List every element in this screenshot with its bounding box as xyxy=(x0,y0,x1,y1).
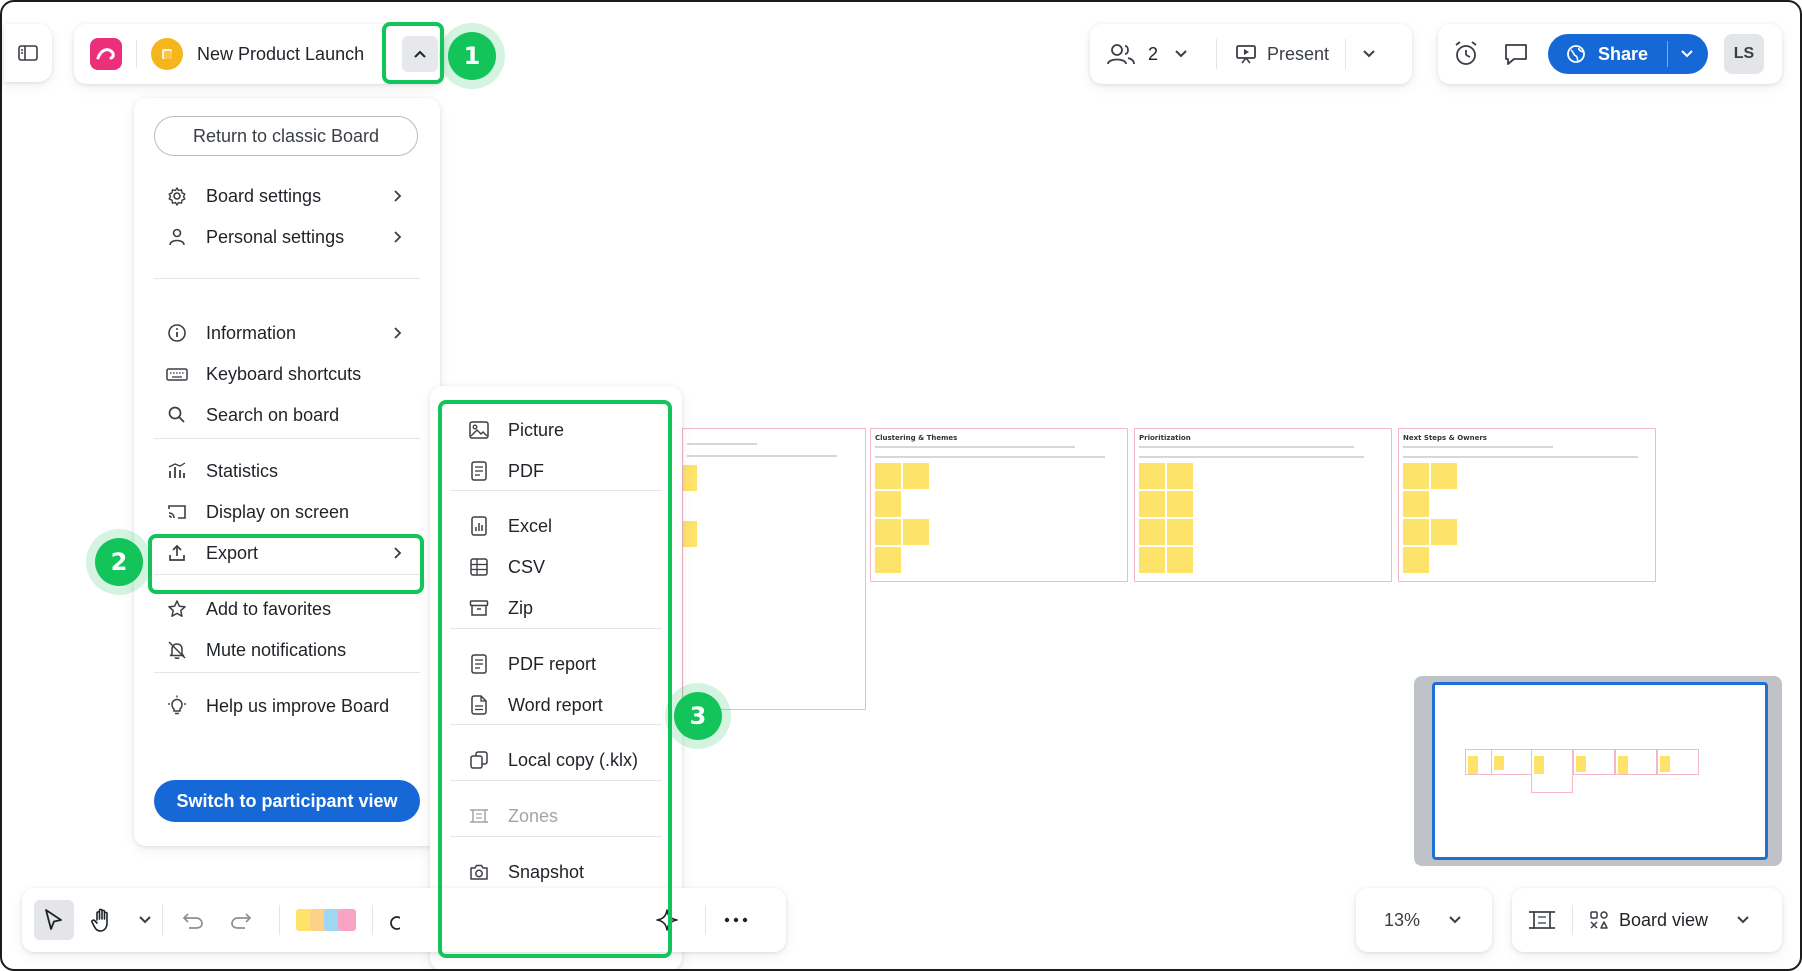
lightbulb-icon xyxy=(166,695,188,717)
sidebar-icon xyxy=(18,44,38,62)
present-icon[interactable] xyxy=(1235,43,1257,65)
chevron-right-icon xyxy=(386,230,408,244)
menu-item-keyboard-shortcuts[interactable]: Keyboard shortcuts xyxy=(154,354,420,394)
keyboard-icon xyxy=(166,366,188,382)
highlight-export-submenu xyxy=(438,400,672,958)
chevron-down-icon[interactable] xyxy=(1448,915,1462,925)
redo-button[interactable] xyxy=(221,900,261,940)
timer-icon[interactable] xyxy=(1452,40,1482,68)
menu-item-mute-notifications[interactable]: Mute notifications xyxy=(154,630,420,670)
hand-tool-button[interactable] xyxy=(82,900,122,940)
menu-item-label: Add to favorites xyxy=(206,598,332,619)
star-icon xyxy=(166,599,188,619)
undo-icon xyxy=(181,910,205,930)
board-frame-partial[interactable] xyxy=(682,428,866,710)
redo-icon xyxy=(229,910,253,930)
chevron-right-icon xyxy=(386,326,408,340)
participants-count: 2 xyxy=(1148,43,1159,64)
menu-item-label: Information xyxy=(206,322,297,343)
share-label: Share xyxy=(1598,43,1649,64)
menu-item-display-on-screen[interactable]: Display on screen xyxy=(154,492,420,532)
bell-off-icon xyxy=(166,640,188,660)
step-marker-1: 1 xyxy=(448,32,496,80)
sticky-notes-tool[interactable] xyxy=(296,909,356,931)
zoom-control[interactable]: 13% xyxy=(1356,888,1492,952)
select-tool-button[interactable] xyxy=(34,900,74,940)
switch-to-participant-view-button[interactable]: Switch to participant view xyxy=(154,780,420,822)
menu-item-label: Display on screen xyxy=(206,501,350,522)
chevron-down-icon[interactable] xyxy=(1680,49,1694,59)
hand-icon xyxy=(90,907,114,933)
chevron-down-icon[interactable] xyxy=(1362,49,1376,59)
board-title[interactable]: New Product Launch xyxy=(197,44,364,65)
avatar[interactable]: LS xyxy=(1724,34,1764,74)
menu-item-help-improve[interactable]: Help us improve Board xyxy=(154,686,420,726)
globe-icon xyxy=(1566,44,1586,64)
board-frame-clustering[interactable]: Clustering & Themes xyxy=(870,428,1128,582)
cursor-icon xyxy=(43,908,65,932)
zoom-level: 13% xyxy=(1384,909,1421,930)
app-window: Clustering & Themes Prioritization Next … xyxy=(0,0,1802,971)
menu-item-label: Board settings xyxy=(206,185,322,206)
menu-item-personal-settings[interactable]: Personal settings xyxy=(154,217,420,257)
undo-button[interactable] xyxy=(173,900,213,940)
menu-item-label: Statistics xyxy=(206,460,279,481)
menu-item-label: Keyboard shortcuts xyxy=(206,363,362,384)
board-icon xyxy=(151,38,183,70)
app-logo[interactable] xyxy=(90,38,122,70)
board-frame-next-steps[interactable]: Next Steps & Owners xyxy=(1398,428,1656,582)
menu-item-add-to-favorites[interactable]: Add to favorites xyxy=(154,589,420,629)
search-icon xyxy=(166,405,188,425)
step-marker-3: 3 xyxy=(674,692,722,740)
shapes-icon xyxy=(386,909,400,931)
sidebar-toggle-button[interactable] xyxy=(4,24,52,82)
board-view-select[interactable]: Board view xyxy=(1619,910,1708,931)
frame-title: Prioritization xyxy=(1139,434,1191,442)
menu-item-information[interactable]: Information xyxy=(154,313,420,353)
actions-bar: Share LS xyxy=(1438,24,1782,84)
highlight-menu-toggle xyxy=(382,22,444,84)
menu-item-search-on-board[interactable]: Search on board xyxy=(154,395,420,435)
participants-icon[interactable] xyxy=(1106,42,1136,66)
chevron-down-icon[interactable] xyxy=(1174,49,1188,59)
board-view-icon xyxy=(1589,910,1609,930)
collaboration-bar: 2 Present xyxy=(1090,24,1412,84)
menu-item-label: Help us improve Board xyxy=(206,695,390,716)
gear-icon xyxy=(166,186,188,206)
fit-to-screen-icon[interactable] xyxy=(1528,906,1556,934)
menu-item-label: Personal settings xyxy=(206,226,345,247)
more-tools-button[interactable] xyxy=(716,900,756,940)
view-control: Board view xyxy=(1512,888,1782,952)
cast-icon xyxy=(166,503,188,521)
frame-title: Clustering & Themes xyxy=(875,434,958,442)
person-icon xyxy=(166,227,188,247)
info-icon xyxy=(166,323,188,343)
more-horizontal-icon xyxy=(724,917,748,923)
comment-icon[interactable] xyxy=(1502,41,1530,67)
chevron-down-icon[interactable] xyxy=(138,915,152,925)
chevron-down-icon[interactable] xyxy=(1736,915,1750,925)
return-to-classic-button[interactable]: Return to classic Board xyxy=(154,116,418,156)
statistics-icon xyxy=(166,461,188,481)
menu-item-board-settings[interactable]: Board settings xyxy=(154,176,420,216)
menu-item-label: Search on board xyxy=(206,404,340,425)
minimap-viewport[interactable] xyxy=(1432,682,1768,860)
menu-item-label: Mute notifications xyxy=(206,639,347,660)
present-button[interactable]: Present xyxy=(1267,44,1329,65)
menu-item-statistics[interactable]: Statistics xyxy=(154,451,420,491)
board-frame-prioritization[interactable]: Prioritization xyxy=(1134,428,1392,582)
highlight-export-item xyxy=(148,534,424,594)
shapes-tool-button[interactable] xyxy=(383,900,403,940)
board-menu: Return to classic Board Board settings P… xyxy=(134,98,440,846)
frame-title: Next Steps & Owners xyxy=(1403,434,1487,442)
minimap[interactable] xyxy=(1414,676,1782,866)
step-marker-2: 2 xyxy=(95,538,143,586)
share-button[interactable]: Share xyxy=(1548,34,1708,74)
chevron-right-icon xyxy=(386,189,408,203)
